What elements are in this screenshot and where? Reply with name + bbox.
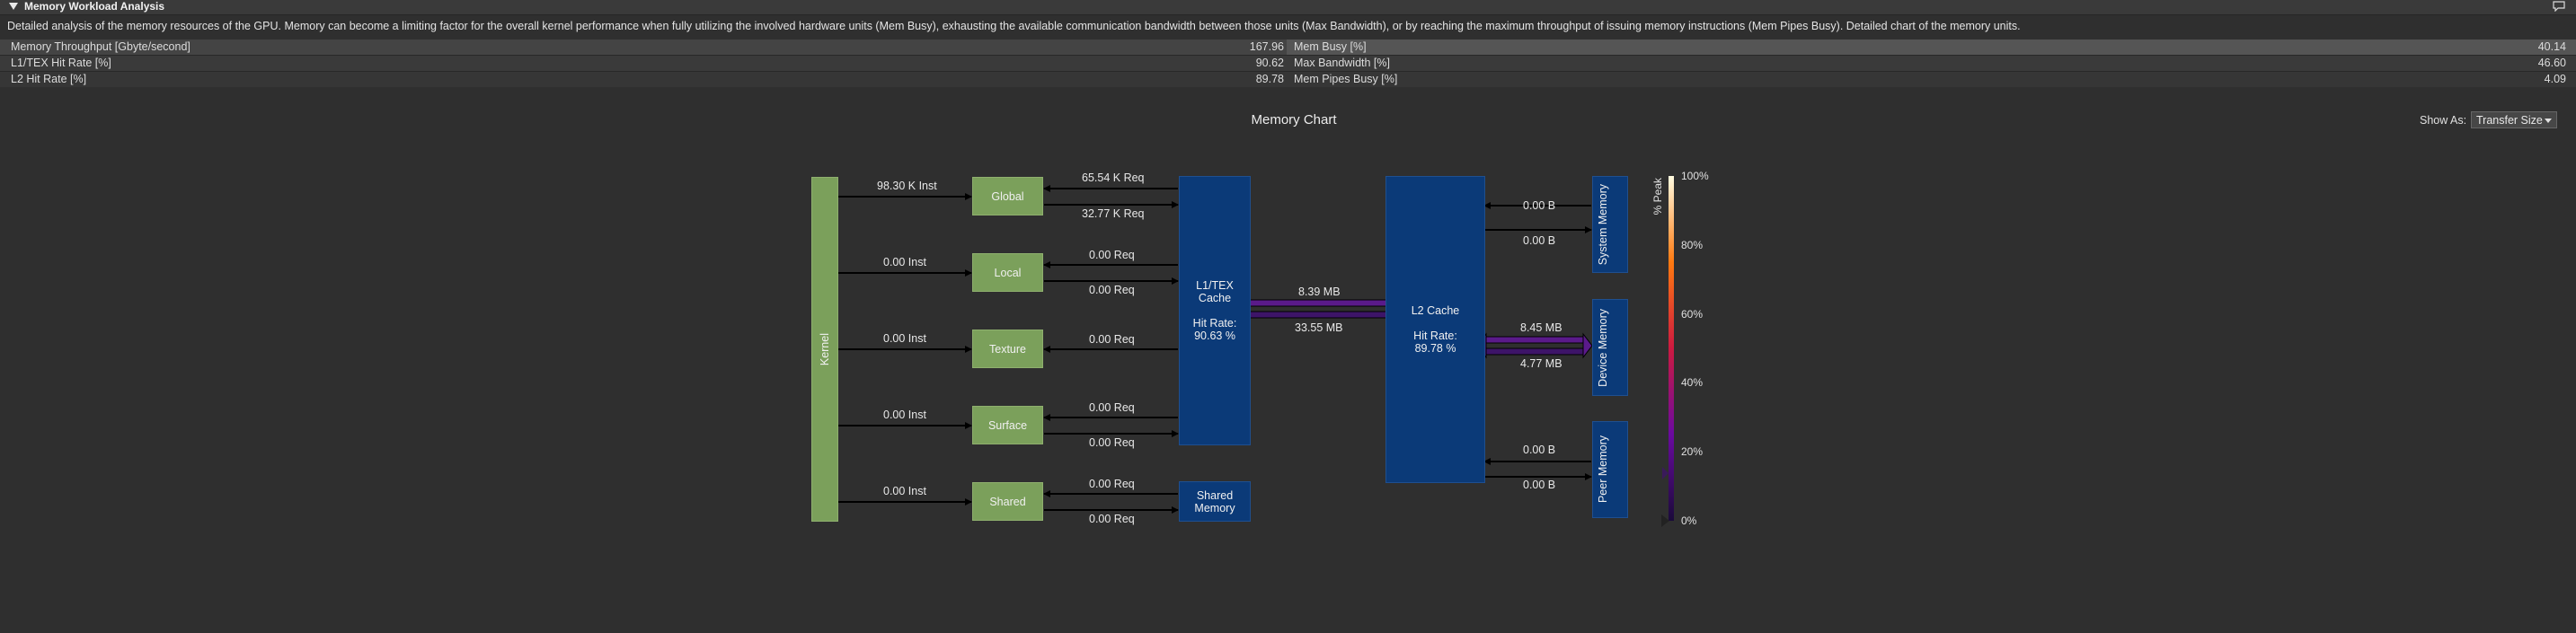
req-label: 0.00 Req [1089, 249, 1135, 261]
l1-l2-write-label: 33.55 MB [1295, 321, 1343, 334]
shared-memory-box[interactable]: Shared Memory [1179, 481, 1251, 522]
global-label: Global [991, 189, 1024, 203]
peer-out-label: 0.00 B [1523, 479, 1556, 491]
device-in-label: 8.45 MB [1520, 321, 1562, 334]
colorbar-marker [1662, 467, 1669, 479]
l1-name: Cache [1198, 292, 1232, 304]
req-label: 0.00 Req [1089, 436, 1135, 449]
link-l1-l2-write [1248, 311, 1388, 319]
l1-tex-cache-box[interactable]: L1/TEX Cache Hit Rate: 90.63 % [1179, 176, 1251, 445]
inst-label: 0.00 Inst [883, 409, 926, 421]
link-l1-l2-read [1248, 299, 1388, 307]
kernel-label: Kernel [819, 332, 831, 366]
system-memory-label: System Memory [1597, 183, 1609, 266]
req-label: 65.54 K Req [1082, 171, 1145, 184]
device-memory-label: Device Memory [1597, 308, 1609, 387]
inst-label: 0.00 Inst [883, 485, 926, 497]
system-memory-box[interactable]: System Memory [1592, 176, 1628, 273]
req-label: 32.77 K Req [1082, 207, 1145, 220]
link-l2-device [1485, 347, 1584, 356]
texture-label: Texture [989, 342, 1026, 356]
l2-name: L2 Cache [1411, 304, 1460, 317]
inst-label: 0.00 Inst [883, 332, 926, 345]
req-label: 0.00 Req [1089, 333, 1135, 346]
l1-l2-read-label: 8.39 MB [1298, 286, 1341, 298]
req-label: 0.00 Req [1089, 513, 1135, 525]
l1-hit-value: 90.63 % [1194, 330, 1235, 342]
peer-memory-box[interactable]: Peer Memory [1592, 421, 1628, 518]
link-device-l2 [1485, 336, 1584, 344]
inst-label: 0.00 Inst [883, 256, 926, 268]
peer-memory-label: Peer Memory [1597, 435, 1609, 504]
colorbar-tick: 100% [1681, 170, 1709, 182]
l2-cache-box[interactable]: L2 Cache Hit Rate: 89.78 % [1385, 176, 1485, 483]
colorbar-tick: 80% [1681, 239, 1704, 251]
req-label: 0.00 Req [1089, 401, 1135, 414]
surface-label: Surface [987, 418, 1028, 432]
colorbar-tick: 40% [1681, 376, 1704, 389]
system-in-label: 0.00 B [1523, 199, 1556, 212]
colorbar-gradient [1669, 176, 1674, 521]
global-box[interactable]: Global [972, 177, 1043, 215]
colorbar-tick: 60% [1681, 308, 1704, 321]
device-memory-box[interactable]: Device Memory [1592, 299, 1628, 396]
inst-label: 98.30 K Inst [877, 180, 937, 192]
surface-box[interactable]: Surface [972, 406, 1043, 444]
l1-hit-label: Hit Rate: [1192, 317, 1237, 330]
l2-hit-label: Hit Rate: [1413, 330, 1457, 342]
req-label: 0.00 Req [1089, 478, 1135, 490]
shared-memory-label: Shared [1196, 488, 1234, 502]
colorbar-title: % Peak [1651, 178, 1664, 215]
shared-memory-label: Memory [1194, 501, 1235, 514]
arrowhead-device-side [1582, 332, 1593, 359]
colorbar-tick: 0% [1681, 514, 1697, 527]
local-label: Local [994, 266, 1022, 279]
system-out-label: 0.00 B [1523, 234, 1556, 247]
memory-chart-arrows [832, 176, 1674, 527]
peer-in-label: 0.00 B [1523, 444, 1556, 456]
device-out-label: 4.77 MB [1520, 357, 1562, 370]
shared-box[interactable]: Shared [972, 482, 1043, 521]
local-box[interactable]: Local [972, 253, 1043, 292]
texture-box[interactable]: Texture [972, 330, 1043, 368]
colorbar-marker [1661, 514, 1669, 527]
l1-name: L1/TEX [1196, 279, 1234, 292]
kernel-box[interactable]: Kernel [811, 177, 838, 522]
req-label: 0.00 Req [1089, 284, 1135, 296]
colorbar-tick: 20% [1681, 445, 1704, 458]
l2-hit-value: 89.78 % [1414, 342, 1456, 355]
shared-label: Shared [989, 495, 1026, 508]
